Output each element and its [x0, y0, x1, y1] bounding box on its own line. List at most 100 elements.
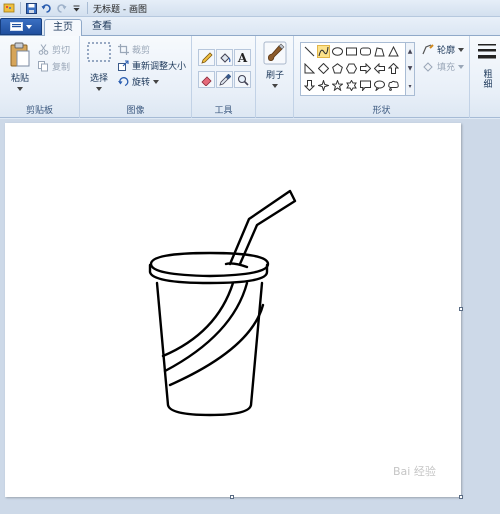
drawing-canvas[interactable]: Bai 经验: [5, 123, 461, 497]
scroll-up-icon[interactable]: ▲: [408, 48, 413, 55]
brushes-group: 刷子: [256, 36, 294, 118]
brushes-label: 刷子: [265, 71, 284, 81]
pencil-tool[interactable]: [198, 49, 215, 66]
select-button[interactable]: 选择: [85, 42, 113, 91]
paste-label: 粘贴: [10, 74, 29, 84]
diamond-icon: [318, 63, 329, 74]
fill-button[interactable]: 填充: [422, 60, 465, 73]
polygon-shape[interactable]: [373, 45, 386, 58]
fill-tool[interactable]: [216, 49, 233, 66]
pentagon-shape[interactable]: [331, 62, 344, 75]
fill-label: 填充: [437, 63, 456, 73]
hexagon-shape[interactable]: [345, 62, 358, 75]
rotate-icon: [118, 77, 129, 87]
magnifier-tool[interactable]: [234, 71, 251, 88]
size-label: 粗细: [481, 69, 492, 89]
down-arrow-shape[interactable]: [303, 79, 316, 92]
color-picker-tool[interactable]: [216, 71, 233, 88]
line-width-icon: [478, 44, 496, 59]
resize-label: 重新调整大小: [132, 62, 187, 72]
paint-menu-button[interactable]: [0, 18, 42, 35]
cut-button[interactable]: 剪切: [38, 43, 70, 56]
rectangular-callout-icon: [360, 80, 371, 91]
selection-icon: [87, 42, 111, 62]
outline-button[interactable]: 轮廓: [422, 43, 465, 56]
line-shape[interactable]: [303, 45, 316, 58]
cup-body-stroke: [155, 281, 264, 417]
straw-hole-stroke: [224, 262, 249, 269]
tab-view[interactable]: 查看: [84, 19, 120, 36]
diamond-shape[interactable]: [317, 62, 330, 75]
ribbon-tab-row: 主页 查看: [0, 17, 500, 37]
paste-button[interactable]: 粘贴: [6, 42, 34, 91]
cup-stripe-upper: [161, 281, 235, 358]
app-icon: [2, 1, 16, 15]
crop-label: 裁剪: [132, 46, 151, 56]
watermark: Bai 经验: [393, 465, 436, 478]
cup-drawing: [148, 189, 297, 417]
rectangular-callout-shape[interactable]: [359, 79, 372, 92]
text-tool[interactable]: A: [234, 49, 251, 66]
gallery-expand-icon[interactable]: ▾: [408, 83, 411, 90]
rounded-rectangle-icon: [360, 47, 371, 56]
cloud-callout-shape[interactable]: [387, 79, 400, 92]
triangle-shape[interactable]: [387, 45, 400, 58]
pentagon-icon: [332, 63, 343, 74]
redo-icon[interactable]: [54, 1, 68, 15]
left-arrow-shape[interactable]: [373, 62, 386, 75]
brushes-button[interactable]: 刷子: [260, 41, 290, 88]
brushes-dropdown-icon[interactable]: [272, 84, 278, 88]
oval-icon: [332, 47, 343, 56]
right-arrow-shape[interactable]: [359, 62, 372, 75]
rectangle-shape[interactable]: [345, 45, 358, 58]
ribbon: 粘贴 剪切 复制 剪贴板 选择 裁剪 重新调整大小 旋转 图像 A 工具 刷子 …: [0, 36, 500, 118]
save-icon[interactable]: [24, 1, 38, 15]
fill-bucket-icon: [219, 52, 230, 63]
up-arrow-shape[interactable]: [387, 62, 400, 75]
title-bar: 无标题 - 画图: [0, 0, 500, 17]
canvas-workspace: Bai 经验: [0, 119, 500, 514]
resize-handle-right[interactable]: [459, 307, 463, 311]
outline-dropdown-icon[interactable]: [458, 47, 465, 52]
rotate-dropdown-icon[interactable]: [153, 79, 160, 84]
scroll-down-icon[interactable]: ▼: [408, 65, 413, 72]
rotate-button[interactable]: 旋转: [118, 75, 160, 88]
oval-callout-shape[interactable]: [373, 79, 386, 92]
copy-label: 复制: [52, 63, 71, 73]
curve-icon: [318, 46, 329, 57]
shapes-gallery: [300, 42, 406, 96]
title-separator: [87, 2, 88, 14]
oval-shape[interactable]: [331, 45, 344, 58]
customize-quick-access-icon[interactable]: [69, 1, 83, 15]
rounded-rectangle-shape[interactable]: [359, 45, 372, 58]
curve-shape[interactable]: [317, 45, 330, 58]
polygon-icon: [374, 47, 385, 57]
tab-home[interactable]: 主页: [44, 19, 82, 37]
image-group: 选择 裁剪 重新调整大小 旋转 图像: [80, 36, 192, 118]
scissors-icon: [38, 44, 49, 55]
crop-button[interactable]: 裁剪: [118, 43, 150, 56]
undo-icon[interactable]: [39, 1, 53, 15]
size-button[interactable]: 粗细: [476, 42, 498, 89]
paint-menu-icon: [10, 22, 23, 31]
six-point-star-shape[interactable]: [345, 79, 358, 92]
right-triangle-icon: [304, 63, 315, 74]
resize-handle-bottom[interactable]: [230, 495, 234, 499]
copy-button[interactable]: 复制: [38, 60, 70, 73]
four-point-star-shape[interactable]: [317, 79, 330, 92]
eraser-tool[interactable]: [198, 71, 215, 88]
fill-dropdown-icon[interactable]: [458, 64, 465, 69]
tools-group: A 工具: [192, 36, 256, 118]
paste-dropdown-icon[interactable]: [17, 87, 23, 91]
rotate-label: 旋转: [132, 78, 151, 88]
resize-icon: [118, 60, 129, 71]
five-point-star-shape[interactable]: [331, 79, 344, 92]
line-icon: [304, 46, 315, 57]
select-dropdown-icon[interactable]: [96, 87, 102, 91]
right-triangle-shape[interactable]: [303, 62, 316, 75]
size-group: 粗细: [470, 36, 500, 118]
hexagon-icon: [346, 63, 357, 74]
resize-button[interactable]: 重新调整大小: [118, 59, 186, 72]
shapes-gallery-scrollbar[interactable]: ▲ ▼ ▾: [406, 42, 415, 96]
resize-handle-corner[interactable]: [459, 495, 463, 499]
